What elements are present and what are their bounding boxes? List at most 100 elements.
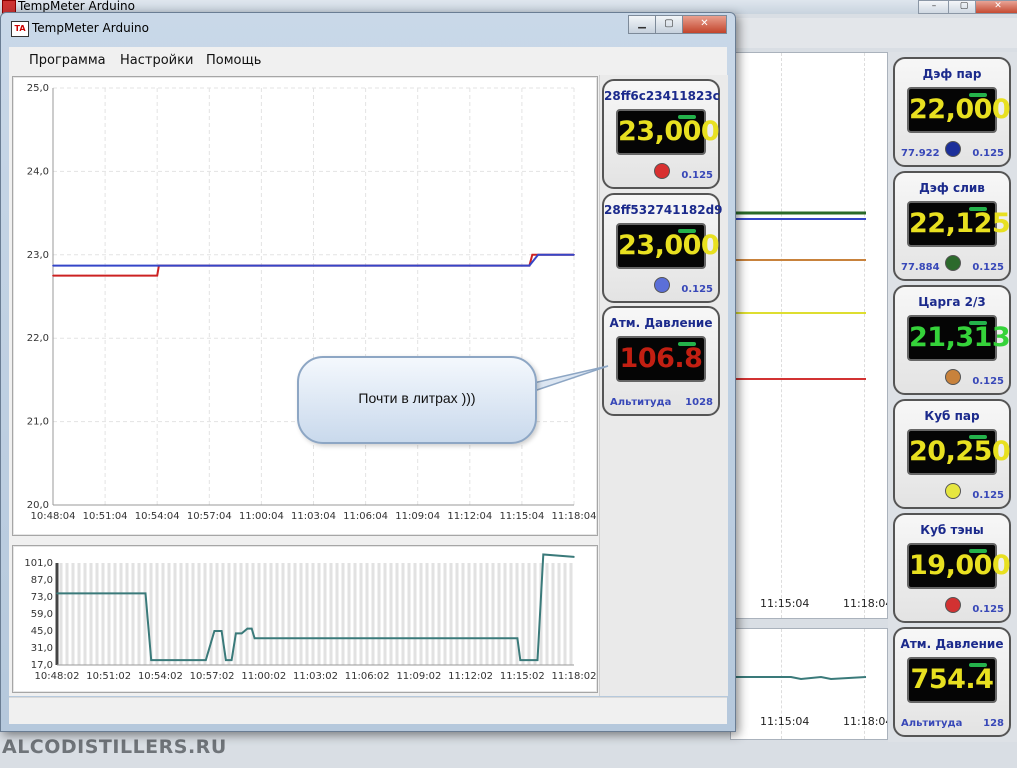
- y-tick-label: 31,0: [31, 643, 53, 654]
- y-tick-label: 17,0: [31, 660, 53, 671]
- sensor-step: 0.125: [972, 148, 1004, 159]
- data-point: [250, 627, 253, 630]
- x-tick-label: 10:48:02: [35, 671, 80, 682]
- x-tick-label: 11:00:02: [241, 671, 286, 682]
- y-tick-label: 45,0: [31, 626, 53, 637]
- sensor-name: Куб тэны: [920, 523, 984, 537]
- sensor-card[interactable]: 28ff532741182d9 23,000 0.125: [602, 193, 723, 303]
- minimize-icon[interactable]: –: [918, 0, 950, 14]
- data-point: [516, 637, 519, 640]
- sensor-value: 754.4: [910, 664, 994, 695]
- sensor-value: 22,000: [909, 94, 1011, 125]
- sensor-card[interactable]: Куб тэны 19,000 0.125: [893, 513, 1011, 623]
- data-point: [52, 274, 54, 277]
- sensor-display: 20,250: [907, 429, 1011, 475]
- y-tick-label: 24,0: [27, 166, 49, 177]
- series-color-dot[interactable]: [945, 141, 961, 157]
- sensor-step: 128: [983, 718, 1004, 729]
- data-point: [235, 632, 237, 635]
- data-point: [519, 659, 522, 661]
- series-color-dot[interactable]: [945, 369, 961, 385]
- temperature-chart[interactable]: 10:48:04 10:51:04 10:54:04 10:57:04 11:00:04…: [12, 76, 598, 536]
- sensor-name: Царга 2/3: [918, 295, 986, 309]
- sensor-name: 28ff532741182d9: [604, 203, 723, 217]
- sensor-card[interactable]: Дэф слив 22,125 77.884 0.125: [893, 171, 1011, 281]
- data-point: [573, 254, 575, 256]
- data-point: [240, 632, 243, 635]
- menu-help[interactable]: Помощь: [206, 53, 261, 68]
- data-point: [204, 659, 207, 661]
- sensor-display: 19,000: [907, 543, 1011, 589]
- temperature-chart-svg: 10:48:04 10:51:04 10:54:04 10:57:04 11:00:04…: [27, 83, 597, 522]
- menu-settings[interactable]: Настройки: [120, 53, 193, 68]
- pressure-chart-svg: 10:48:02 10:51:02 10:54:02 10:57:02 11:00:02…: [24, 553, 597, 682]
- data-point: [225, 659, 227, 661]
- sensor-display: 106.8: [616, 336, 706, 382]
- series-color-dot[interactable]: [654, 277, 670, 293]
- sensor-card[interactable]: Дэф пар 22,000 77.922 0.125: [893, 57, 1011, 167]
- data-point: [213, 630, 216, 632]
- series-color-dot[interactable]: [654, 163, 670, 179]
- status-bar: [9, 697, 727, 724]
- sensor-step: 0.125: [972, 376, 1004, 387]
- x-tick-label: 11:18:04: [843, 597, 888, 610]
- minimize-icon[interactable]: ▁: [628, 15, 656, 34]
- y-tick-label: 22,0: [27, 333, 49, 344]
- menu-program[interactable]: Программа: [29, 53, 106, 68]
- sensor-value: 23,000: [618, 116, 720, 147]
- x-tick-label: 11:12:02: [448, 671, 493, 682]
- data-point: [85, 274, 88, 277]
- y-tick-label: 23,0: [27, 250, 49, 261]
- sensor-card[interactable]: Атм. Давление 106.8 Альтитуда 1028: [602, 306, 720, 416]
- data-point: [144, 592, 147, 595]
- x-tick-label: 10:51:04: [83, 511, 128, 522]
- data-point: [537, 254, 539, 256]
- sensor-secondary-value: Альтитуда: [610, 397, 672, 408]
- x-tick-label: 10:51:02: [86, 671, 131, 682]
- close-icon[interactable]: ✕: [975, 0, 1017, 14]
- maximize-icon[interactable]: ▢: [655, 15, 683, 34]
- watermark: ALCODISTILLERS.RU: [2, 736, 227, 758]
- pressure-chart[interactable]: 10:48:02 10:51:02 10:54:02 10:57:02 11:00:02…: [12, 545, 598, 693]
- data-point: [156, 274, 158, 277]
- x-tick-label: 11:15:04: [760, 597, 810, 610]
- background-menubar: [730, 18, 1017, 48]
- x-tick-label: 11:09:02: [396, 671, 441, 682]
- x-tick-label: 11:15:04: [499, 511, 544, 522]
- data-point: [528, 264, 531, 267]
- sensor-value: 106.8: [619, 343, 703, 374]
- sensor-display: 23,000: [616, 109, 720, 155]
- sensor-display: 754.4: [907, 657, 997, 703]
- x-tick-label: 11:03:04: [291, 511, 336, 522]
- data-point: [542, 553, 545, 556]
- x-tick-label: 11:06:04: [343, 511, 388, 522]
- sensor-card[interactable]: Куб пар 20,250 0.125: [893, 399, 1011, 509]
- series-color-dot[interactable]: [945, 255, 961, 271]
- series-color-dot[interactable]: [945, 483, 961, 499]
- y-tick-label: 101,0: [24, 558, 53, 569]
- sensor-step: 0.125: [972, 490, 1004, 501]
- sensor-name: Атм. Давление: [900, 637, 1004, 651]
- close-icon[interactable]: ✕: [682, 15, 727, 34]
- sensor-secondary-value: Альтитуда: [901, 718, 963, 729]
- x-tick-label: 10:54:02: [138, 671, 183, 682]
- sensor-card[interactable]: 28ff6c23411823c 23,000 0.125: [602, 79, 720, 189]
- sensor-value: 19,000: [909, 550, 1011, 581]
- sensor-value: 22,125: [909, 208, 1011, 239]
- sensor-card[interactable]: Царга 2/3 21,313 0.125: [893, 285, 1011, 395]
- app-icon: TA: [11, 21, 29, 37]
- sensor-step: 1028: [685, 397, 713, 408]
- callout-bubble: Почти в литрах ))): [297, 356, 537, 444]
- sensor-card[interactable]: Атм. Давление 754.4 Альтитуда 128: [893, 627, 1011, 737]
- x-tick-label: 11:18:02: [552, 671, 597, 682]
- y-tick-label: 59,0: [31, 609, 53, 620]
- x-tick-label: 11:15:02: [500, 671, 545, 682]
- callout-text: Почти в литрах ))): [358, 390, 476, 406]
- x-tick-label: 11:03:02: [293, 671, 338, 682]
- x-tick-label: 10:54:04: [135, 511, 180, 522]
- series-color-dot[interactable]: [945, 597, 961, 613]
- sensor-step: 0.125: [681, 170, 713, 181]
- sensor-name: Куб пар: [924, 409, 980, 423]
- series-line: [57, 553, 575, 662]
- sensor-step: 0.125: [681, 284, 713, 295]
